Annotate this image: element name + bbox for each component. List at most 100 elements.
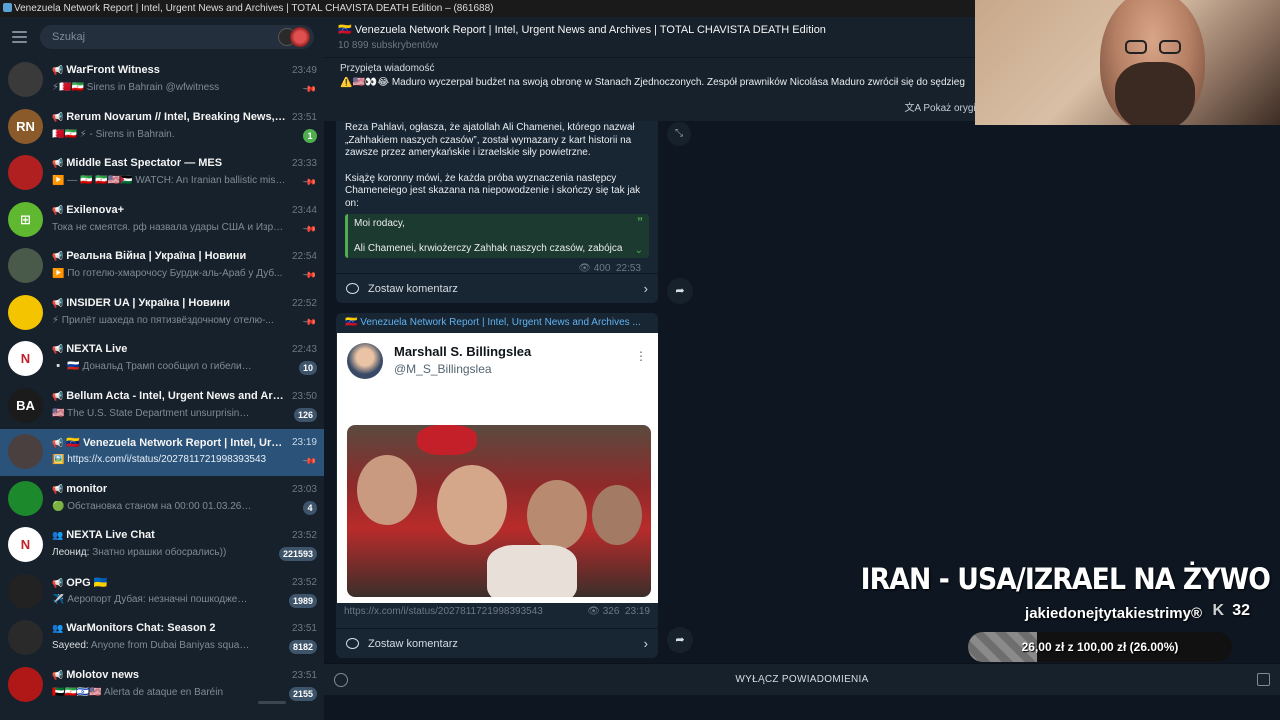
chat-preview: ✈️ Аеропорт Дубая: незначні пошкодження … [52, 594, 252, 605]
chat-time: 23:51 [291, 669, 317, 681]
unread-badge: 1 [303, 128, 317, 143]
chat-time: 23:19 [291, 437, 317, 448]
mute-notifications-button[interactable]: WYŁĄCZ POWIADOMIENIA [324, 664, 1280, 696]
chat-list-item[interactable]: 📢 Реальна Війна | Україна | Новини 22:54 ▶️… [0, 243, 324, 290]
app-icon [3, 3, 12, 12]
pinned-label: Przypięta wiadomość [340, 63, 435, 74]
unread-badge: 2155 [288, 686, 317, 701]
forwarded-from-link[interactable]: 🇻🇪 Venezuela Network Report | Intel, Urg… [336, 313, 658, 333]
channel-icon: 📢 [52, 344, 64, 354]
tweet-image[interactable]: Marshall S. Billingslea @M_S_Billingslea… [337, 333, 658, 603]
glasses-icon [1125, 40, 1147, 54]
chat-list-item[interactable]: 📢 🇻🇪 Venezuela Network Report | Intel, Ur… [0, 429, 324, 476]
kick-logo-icon: K [1212, 602, 1224, 619]
chat-time: 23:52 [291, 530, 317, 541]
hamburger-menu-icon[interactable] [12, 31, 27, 43]
chat-list-item[interactable]: ⊞ 📢 Exilenova+ 23:44 Тока не смеятся. рф наз… [0, 197, 324, 244]
unread-badge: 8182 [288, 640, 317, 654]
pin-icon: 📌 [302, 267, 318, 283]
viewer-count: 32 [1232, 602, 1250, 619]
chat-preview: Sayeed: Anyone from Dubai Baniyas square… [52, 640, 252, 651]
quote-line: Moi rodacy, [354, 218, 405, 229]
channel-icon: 📢 [52, 204, 64, 215]
chat-name: 📢 Molotov news [52, 669, 287, 681]
chat-preview: ▫️ 🇷🇺 Дональд Трамп сообщил о гибели вер… [52, 361, 252, 372]
chat-list-item[interactable]: RN 📢 Rerum Novarum // Intel, Breaking News… [0, 104, 324, 151]
streamer-beard [1115, 62, 1195, 125]
chat-name: 👥 NEXTA Live Chat [52, 529, 287, 541]
chat-list-item[interactable]: 📢 WarFront Witness 23:49 ⚡🇧🇭🇮🇷 Sirens in Ba… [0, 57, 324, 104]
chat-name: 📢 Exilenova+ [52, 204, 287, 216]
chat-list-item[interactable]: 📢 monitor 23:03 🟢 Обстановка станом на 00:0… [0, 476, 324, 523]
chat-title: 🇻🇪 Venezuela Network Report | Intel, Urg… [338, 24, 826, 36]
chat-time: 23:03 [291, 483, 317, 495]
pin-icon: 📌 [302, 314, 318, 330]
quote-mark-icon: ” [637, 215, 643, 229]
chat-list-item[interactable]: 👥 WarMonitors Chat: Season 2 23:51 Sayeed: … [0, 615, 324, 662]
views-icon: 👁 [587, 606, 600, 617]
gift-icon[interactable] [1257, 673, 1270, 686]
avatar: BA [8, 387, 43, 423]
chat-preview: 🇧🇭🇮🇷 ⚡ - Sirens in Bahrain. [52, 129, 252, 140]
chat-list-item[interactable]: N 📢 NEXTA Live 22:43 ▫️ 🇷🇺 Дональд Трамп соо… [0, 336, 324, 383]
channel-icon: 📢 [52, 438, 64, 448]
unread-badge: 1989 [288, 593, 317, 608]
chat-list-item[interactable]: 📢 OPG 🇺🇦 23:52 ✈️ Аеропорт Дубая: незначні … [0, 569, 324, 616]
subscriber-count: 10 899 subskrybentów [338, 40, 439, 51]
chat-time: 23:51 [291, 623, 317, 634]
bottom-strip [324, 695, 1280, 720]
search-input[interactable]: Szukaj [40, 25, 314, 49]
chat-name-text: NEXTA Live [66, 343, 128, 355]
window-title: Venezuela Network Report | Intel, Urgent… [14, 3, 494, 14]
share-icon: ➦ [675, 285, 685, 297]
chat-name: 📢 Rerum Novarum // Intel, Breaking News, … [52, 111, 287, 123]
chat-list: 📢 WarFront Witness 23:49 ⚡🇧🇭🇮🇷 Sirens in Ba… [0, 57, 324, 708]
view-count: 326 [602, 606, 620, 617]
chat-list-item[interactable]: N 👥 NEXTA Live Chat 23:52 Леонид: Знатно ира… [0, 522, 324, 569]
avatar [8, 248, 43, 283]
chat-name-text: monitor [66, 482, 108, 495]
avatar [8, 573, 43, 609]
tweet-author-name: Marshall S. Billingslea [394, 344, 532, 359]
avatar [8, 480, 43, 516]
preview-text: 🟢 Обстановка станом на 00:00 01.03.26 — … [52, 500, 252, 512]
share-button[interactable]: ➦ [667, 627, 693, 653]
chat-name: 📢 monitor [52, 483, 287, 495]
chat-preview: 🇺🇸 The U.S. State Department unsurprisin… [52, 408, 252, 419]
preview-text: ⚡🇧🇭🇮🇷 Sirens in Bahrain @wfwitness [52, 82, 220, 93]
chevron-right-icon: › [643, 636, 648, 651]
avatar [8, 155, 43, 190]
chat-name-text: NEXTA Live Chat [66, 529, 155, 541]
story-avatar-icon[interactable] [290, 27, 310, 47]
preview-text: 🇧🇭🇮🇷 ⚡ - Sirens in Bahrain. [52, 128, 175, 140]
preview-text: ✈️ Аеропорт Дубая: незначні пошкодження … [52, 593, 252, 605]
chat-name-text: WarMonitors Chat: Season 2 [66, 622, 216, 634]
sidebar-scrollbar[interactable] [258, 701, 286, 704]
comment-label: Zostaw komentarz [368, 283, 458, 295]
chat-list-item[interactable]: BA 📢 Bellum Acta - Intel, Urgent News and … [0, 383, 324, 430]
translate-icon: 文A [904, 103, 921, 114]
chat-name-text: Middle East Spectator — MES [66, 157, 223, 169]
chat-preview: 🇦🇪🇮🇷🇮🇱🇺🇸 Alerta de ataque en Baréin [52, 687, 252, 698]
chat-list-item[interactable]: 📢 Middle East Spectator — MES 23:33 ▶️ — 🇮🇷… [0, 150, 324, 197]
chat-name: 📢 OPG 🇺🇦 [52, 576, 287, 589]
comment-icon [346, 638, 359, 649]
message-time: 23:19 [624, 606, 650, 617]
chat-name-text: WarFront Witness [66, 64, 160, 76]
chat-name-text: Реальна Війна | Україна | Новини [66, 250, 247, 262]
share-button[interactable]: ➦ [667, 278, 693, 304]
message-meta: 👁 326 23:19 [587, 606, 650, 617]
comment-label: Zostaw komentarz [368, 638, 458, 650]
avatar [347, 343, 383, 379]
leave-comment-button[interactable]: Zostaw komentarz › [336, 628, 658, 658]
chat-name-text: INSIDER UA | Україна | Новини [66, 296, 230, 309]
collapse-icon[interactable]: ⤡ [667, 122, 691, 146]
message-link[interactable]: https://x.com/i/status/20278117219983935… [344, 606, 543, 617]
preview-text: Тока не смеятся. рф назвала удары США и … [52, 221, 287, 233]
leave-comment-button[interactable]: Zostaw komentarz › [336, 273, 658, 303]
unread-badge: 221593 [278, 547, 317, 561]
expand-quote-icon[interactable]: ⌄ [635, 244, 643, 257]
quote-line: Ali Chamenei, krwiożerczy Zahhak naszych… [354, 243, 623, 254]
chat-list-item[interactable]: 📢 INSIDER UA | Україна | Новини 22:52 ⚡ При… [0, 290, 324, 337]
message-quote[interactable]: Moi rodacy, Ali Chamenei, krwiożerczy Za… [345, 214, 649, 258]
